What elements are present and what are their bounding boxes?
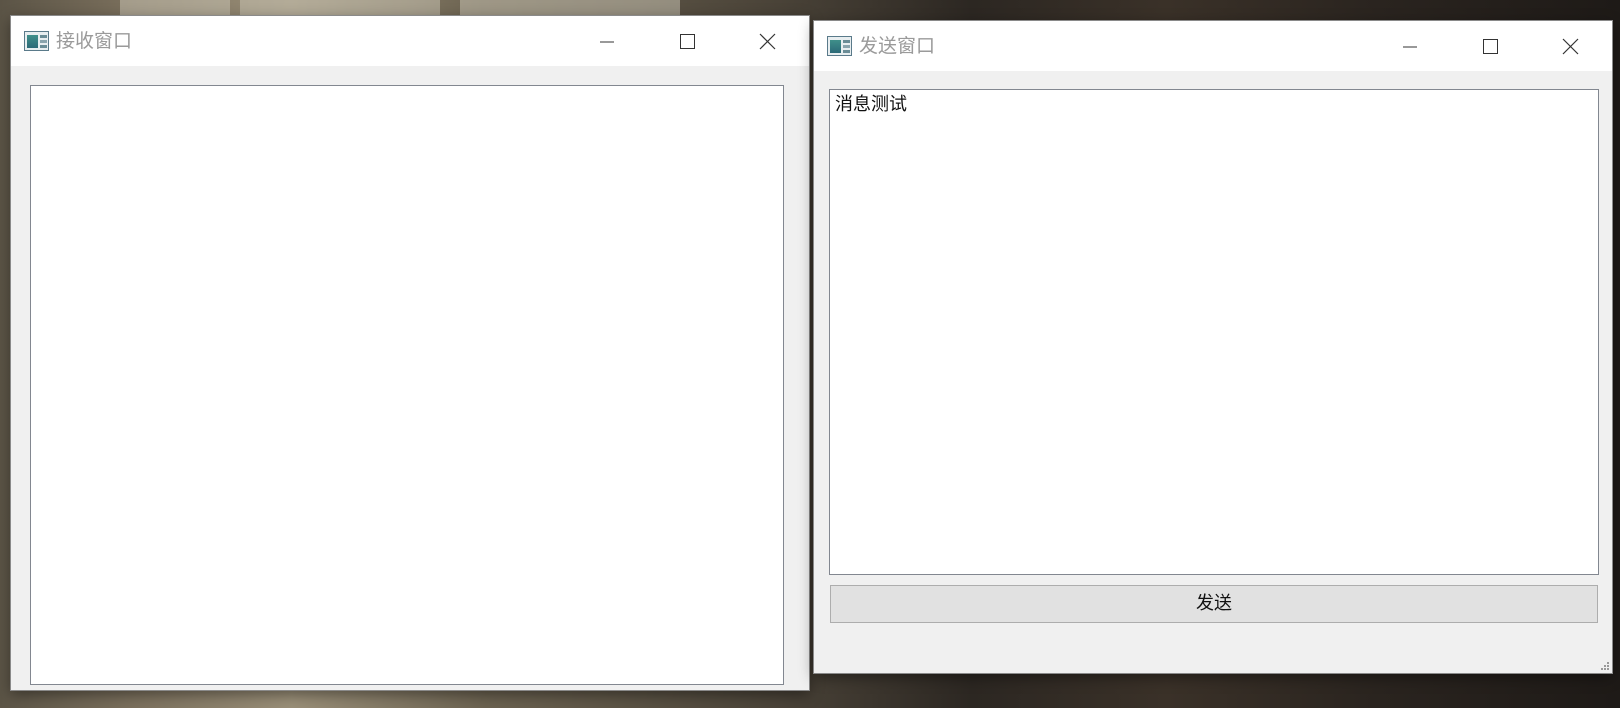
minimize-icon <box>600 41 614 43</box>
received-messages-textarea[interactable] <box>30 85 784 685</box>
app-window-icon <box>827 36 852 56</box>
close-icon <box>1562 38 1579 55</box>
send-window: 发送窗口 消息测试 发送 <box>814 21 1612 673</box>
close-button[interactable] <box>744 16 790 66</box>
maximize-button[interactable] <box>1467 21 1513 71</box>
receive-window: 接收窗口 <box>11 16 809 690</box>
send-window-client: 消息测试 发送 <box>814 71 1612 673</box>
maximize-button[interactable] <box>664 16 710 66</box>
send-window-titlebar[interactable]: 发送窗口 <box>814 21 1612 71</box>
app-window-icon <box>24 31 49 51</box>
resize-grip-icon[interactable] <box>1600 661 1610 671</box>
receive-window-client <box>11 66 809 690</box>
minimize-button[interactable] <box>1387 21 1433 71</box>
send-button[interactable]: 发送 <box>830 585 1598 623</box>
minimize-button[interactable] <box>584 16 630 66</box>
close-icon <box>759 33 776 50</box>
message-input-textarea[interactable]: 消息测试 <box>829 89 1599 575</box>
minimize-icon <box>1403 46 1417 48</box>
close-button[interactable] <box>1547 21 1593 71</box>
maximize-icon <box>680 34 695 49</box>
receive-window-title: 接收窗口 <box>56 30 133 52</box>
send-window-title: 发送窗口 <box>859 35 936 57</box>
maximize-icon <box>1483 39 1498 54</box>
receive-window-titlebar[interactable]: 接收窗口 <box>11 16 809 66</box>
